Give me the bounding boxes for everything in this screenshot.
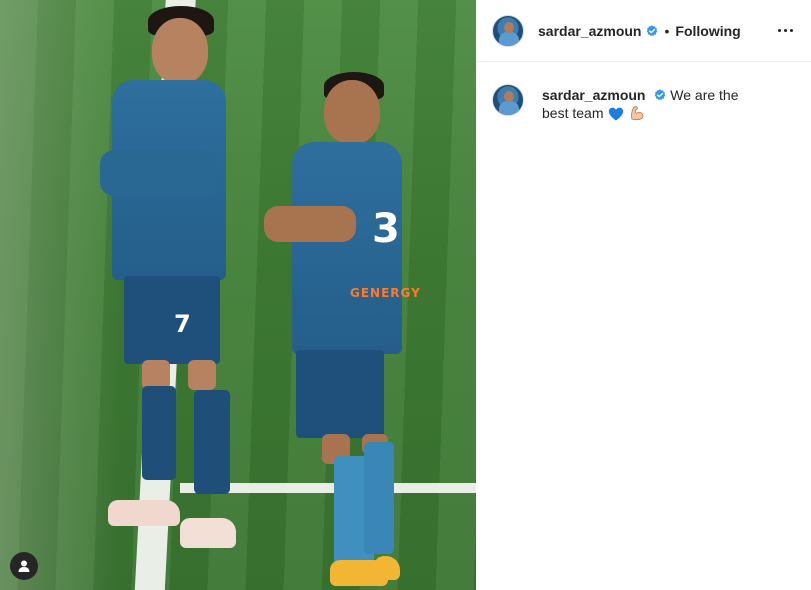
player-right-arms: [264, 206, 356, 242]
following-button[interactable]: Following: [675, 23, 740, 39]
more-dot: [790, 29, 793, 32]
caption-avatar[interactable]: [492, 84, 524, 116]
player-left-leg: [188, 360, 216, 390]
player-left-arms: [100, 150, 218, 196]
player-left-shoe: [180, 518, 236, 548]
player-left: 7: [96, 0, 246, 560]
player-right-shoe: [374, 556, 400, 580]
player-right-number: 3: [372, 206, 400, 252]
player-left-number: 7: [174, 310, 191, 338]
player-left-shorts: [124, 276, 220, 364]
player-left-head: [152, 18, 208, 84]
post-photo[interactable]: 7 3 GENERGY: [0, 0, 476, 590]
player-right: 3 GENERGY: [262, 66, 420, 590]
author-avatar[interactable]: [492, 14, 524, 47]
avatar-face: [504, 91, 514, 102]
author-username[interactable]: sardar_azmoun: [538, 23, 641, 39]
follow-separator: •: [664, 22, 670, 39]
user-tag-icon-glyph: [18, 560, 30, 572]
avatar-body: [499, 31, 519, 46]
avatar-face: [504, 21, 514, 33]
caption-username[interactable]: sardar_azmoun: [542, 87, 645, 103]
verified-badge-icon: [646, 24, 658, 37]
player-right-shorts: [296, 350, 384, 438]
caption-text: sardar_azmoun We are the best team: [542, 86, 762, 125]
sponsor-text: GENERGY: [350, 286, 421, 300]
post-caption: sardar_azmoun We are the best team: [476, 62, 811, 125]
flexed-biceps-icon: [629, 105, 645, 125]
post-sidebar: sardar_azmoun • Following sardar_azmoun: [476, 0, 811, 590]
player-left-sock: [194, 390, 230, 494]
more-dot: [778, 29, 781, 32]
verified-badge-icon: [654, 89, 666, 101]
user-tag-icon[interactable]: [10, 552, 38, 580]
player-left-sock: [142, 386, 176, 480]
player-right-sock: [364, 442, 394, 554]
player-right-head: [324, 80, 380, 144]
avatar-body: [499, 101, 519, 115]
player-left-shoe: [108, 500, 180, 526]
more-dot: [784, 29, 787, 32]
post-header: sardar_azmoun • Following: [476, 0, 811, 62]
more-horizontal-icon[interactable]: [776, 21, 795, 40]
blue-heart-icon: [608, 107, 624, 125]
